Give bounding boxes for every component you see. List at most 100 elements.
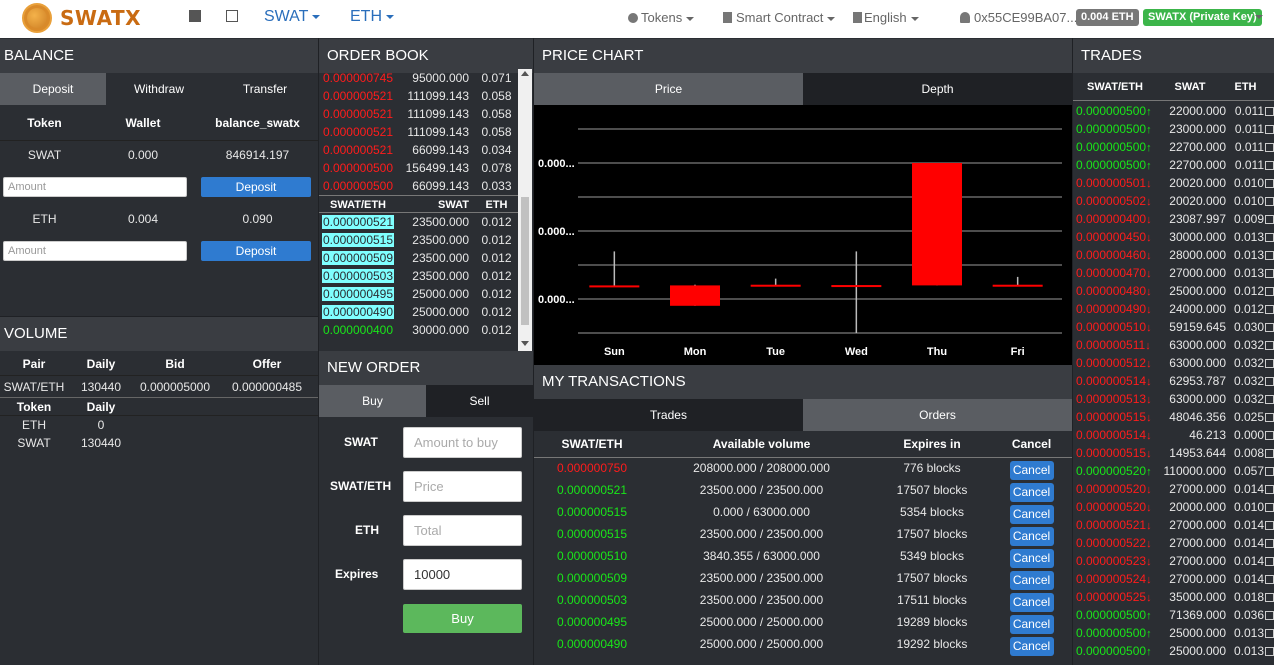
candle-body[interactable] — [992, 284, 1043, 287]
external-link-icon[interactable] — [1265, 503, 1274, 512]
external-link-icon[interactable] — [1265, 287, 1274, 296]
external-link-icon[interactable] — [1265, 341, 1274, 350]
account-menu[interactable]: 0x55CE99BA07... — [960, 10, 1077, 25]
orderbook-bid-row[interactable]: 0.000000515 23500.000 0.012 — [319, 231, 518, 249]
external-link-icon[interactable] — [1265, 575, 1274, 584]
token-menu[interactable]: SWAT — [264, 8, 321, 26]
cancel-button[interactable]: Cancel — [1009, 505, 1054, 524]
arrow-down-icon: ↓ — [1146, 196, 1152, 208]
external-link-icon[interactable] — [1265, 593, 1274, 602]
external-link-icon[interactable] — [1265, 161, 1274, 170]
chart-tabs: Price Depth — [534, 73, 1072, 105]
swat-amount-input[interactable]: Amount — [3, 177, 187, 197]
scroll-down-icon[interactable] — [521, 341, 529, 346]
bid-price: 0.000000521 — [321, 215, 395, 229]
tab-trades[interactable]: Trades — [534, 399, 803, 431]
filled-square-icon[interactable] — [189, 10, 201, 22]
price-input[interactable]: Price — [403, 471, 522, 502]
orderbook-bid-row[interactable]: 0.000000503 23500.000 0.012 — [319, 267, 518, 285]
external-link-icon[interactable] — [1265, 251, 1274, 260]
external-link-icon[interactable] — [1265, 629, 1274, 638]
external-link-icon[interactable] — [1265, 521, 1274, 530]
tab-buy[interactable]: Buy — [319, 385, 426, 417]
cancel-button[interactable]: Cancel — [1009, 615, 1054, 634]
base-menu[interactable]: ETH — [350, 8, 394, 26]
cancel-button[interactable]: Cancel — [1009, 461, 1054, 480]
private-key-badge[interactable]: SWATX (Private Key) — [1143, 9, 1262, 26]
trade-price-cell: 0.000000460↓ — [1073, 246, 1157, 264]
external-link-icon[interactable] — [1265, 179, 1274, 188]
eth-deposit-button[interactable]: Deposit — [201, 241, 311, 261]
candle-body[interactable] — [831, 285, 882, 288]
total-input[interactable]: Total — [403, 515, 522, 546]
cancel-button[interactable]: Cancel — [1009, 527, 1054, 546]
candle-body[interactable] — [589, 285, 640, 288]
external-link-icon[interactable] — [1265, 305, 1274, 314]
external-link-icon[interactable] — [1265, 197, 1274, 206]
tab-price[interactable]: Price — [534, 73, 803, 105]
tokens-menu[interactable]: Tokens — [628, 10, 695, 25]
external-link-icon[interactable] — [1265, 539, 1274, 548]
scroll-up-icon[interactable] — [521, 71, 529, 76]
orderbook-bids: 0.000000521 23500.000 0.012 0.000000515 2350… — [319, 213, 518, 339]
external-link-icon[interactable] — [1265, 269, 1274, 278]
orderbook-ask-row[interactable]: 0.000000521 111099.143 0.058 — [319, 105, 518, 123]
chevron-down-icon[interactable] — [1255, 15, 1263, 19]
orderbook-ask-row[interactable]: 0.000000745 95000.000 0.071 — [319, 69, 518, 87]
tab-withdraw[interactable]: Withdraw — [106, 73, 212, 105]
logo[interactable]: SWATX — [22, 3, 141, 33]
external-link-icon[interactable] — [1265, 215, 1274, 224]
external-link-icon[interactable] — [1265, 431, 1274, 440]
candle-body[interactable] — [670, 285, 720, 306]
orderbook-ask-row[interactable]: 0.000000500 66099.143 0.033 — [319, 177, 518, 195]
external-link-icon[interactable] — [1265, 647, 1274, 656]
tab-depth[interactable]: Depth — [803, 73, 1072, 105]
external-link-icon[interactable] — [1265, 359, 1274, 368]
hollow-square-icon[interactable] — [226, 10, 238, 22]
external-link-icon[interactable] — [1265, 143, 1274, 152]
tab-transfer[interactable]: Transfer — [212, 73, 318, 105]
arrow-down-icon: ↓ — [1146, 304, 1152, 316]
external-link-icon[interactable] — [1265, 107, 1274, 116]
eth-amount-input[interactable]: Amount — [3, 241, 187, 261]
swat-deposit-button[interactable]: Deposit — [201, 177, 311, 197]
candle-body[interactable] — [912, 163, 962, 286]
tab-deposit[interactable]: Deposit — [0, 73, 106, 105]
cancel-button[interactable]: Cancel — [1009, 483, 1054, 502]
external-link-icon[interactable] — [1265, 449, 1274, 458]
orderbook-bid-row[interactable]: 0.000000495 25000.000 0.012 — [319, 285, 518, 303]
candle-body[interactable] — [750, 284, 801, 287]
orderbook-bid-row[interactable]: 0.000000400 30000.000 0.012 — [319, 321, 518, 339]
cancel-button[interactable]: Cancel — [1009, 593, 1054, 612]
external-link-icon[interactable] — [1265, 611, 1274, 620]
cancel-button[interactable]: Cancel — [1009, 637, 1054, 656]
external-link-icon[interactable] — [1265, 485, 1274, 494]
external-link-icon[interactable] — [1265, 557, 1274, 566]
external-link-icon[interactable] — [1265, 413, 1274, 422]
orderbook-bid-row[interactable]: 0.000000490 25000.000 0.012 — [319, 303, 518, 321]
external-link-icon[interactable] — [1265, 377, 1274, 386]
expires-input[interactable]: 10000 — [403, 559, 522, 590]
orderbook-ask-row[interactable]: 0.000000521 66099.143 0.034 — [319, 141, 518, 159]
orderbook-scrollbar[interactable] — [518, 69, 532, 351]
amount-to-buy-input[interactable]: Amount to buy — [403, 427, 522, 458]
orderbook-bid-row[interactable]: 0.000000509 23500.000 0.012 — [319, 249, 518, 267]
cancel-button[interactable]: Cancel — [1009, 571, 1054, 590]
orderbook-ask-row[interactable]: 0.000000521 111099.143 0.058 — [319, 87, 518, 105]
external-link-icon[interactable] — [1265, 395, 1274, 404]
language-menu[interactable]: English — [853, 10, 919, 25]
orderbook-ask-row[interactable]: 0.000000500 156499.143 0.078 — [319, 159, 518, 177]
smart-contract-menu[interactable]: Smart Contract — [723, 10, 836, 25]
cancel-button[interactable]: Cancel — [1009, 549, 1054, 568]
orderbook-bid-row[interactable]: 0.000000521 23500.000 0.012 — [319, 213, 518, 231]
scrollbar-thumb[interactable] — [521, 197, 529, 325]
tab-sell[interactable]: Sell — [426, 385, 533, 417]
tab-orders[interactable]: Orders — [803, 399, 1072, 431]
external-link-icon[interactable] — [1265, 467, 1274, 476]
external-link-icon[interactable] — [1265, 233, 1274, 242]
token-name: ETH — [32, 212, 57, 226]
external-link-icon[interactable] — [1265, 323, 1274, 332]
buy-button[interactable]: Buy — [403, 604, 522, 633]
external-link-icon[interactable] — [1265, 125, 1274, 134]
orderbook-ask-row[interactable]: 0.000000521 111099.143 0.058 — [319, 123, 518, 141]
